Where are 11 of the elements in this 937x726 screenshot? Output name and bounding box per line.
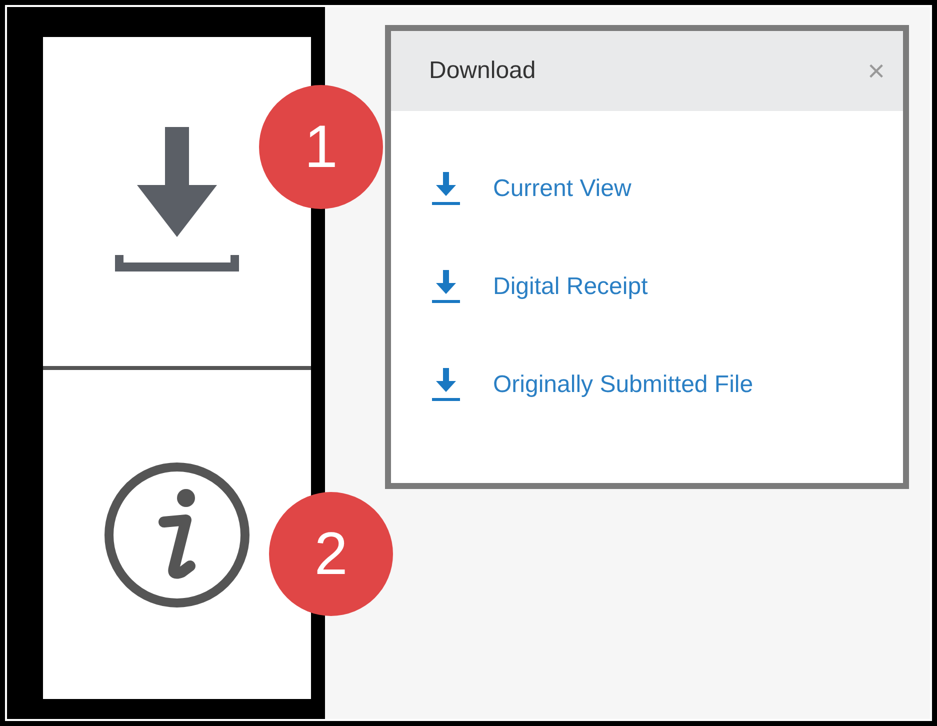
- download-link[interactable]: Originally Submitted File: [493, 367, 754, 403]
- download-icon: [431, 368, 461, 402]
- download-link[interactable]: Current View: [493, 171, 632, 207]
- download-icon: [431, 172, 461, 206]
- download-link[interactable]: Digital Receipt: [493, 269, 648, 305]
- close-button[interactable]: ×: [867, 48, 885, 94]
- sidebar-tile[interactable]: [43, 366, 311, 699]
- sidebar-tile[interactable]: [43, 37, 311, 366]
- info-icon: [102, 460, 252, 610]
- download-icon: [431, 270, 461, 304]
- panel-title: Download: [429, 56, 536, 86]
